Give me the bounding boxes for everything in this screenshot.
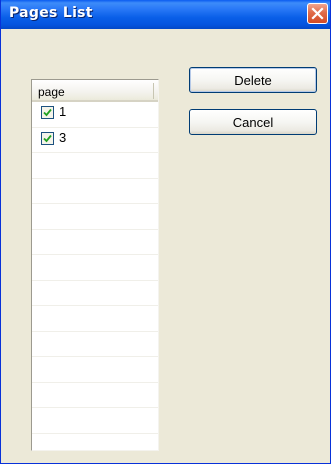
- window-title: Pages List: [9, 5, 93, 21]
- close-button[interactable]: [307, 3, 328, 24]
- checkbox[interactable]: [41, 106, 54, 119]
- column-separator[interactable]: [153, 83, 154, 99]
- list-item[interactable]: 3: [32, 128, 158, 153]
- empty-list-row[interactable]: [32, 408, 158, 434]
- title-bar[interactable]: Pages List: [1, 0, 330, 29]
- close-x-icon: [311, 7, 324, 20]
- empty-list-row[interactable]: [32, 332, 158, 357]
- list-item-label: 1: [59, 104, 67, 119]
- empty-list-row[interactable]: [32, 153, 158, 179]
- list-item[interactable]: 1: [32, 102, 158, 128]
- delete-button[interactable]: Delete: [189, 67, 317, 93]
- checkmark-icon: [43, 108, 52, 117]
- empty-list-row[interactable]: [32, 306, 158, 332]
- list-item-label: 3: [59, 129, 67, 145]
- empty-list-row[interactable]: [32, 255, 158, 281]
- checkbox[interactable]: [41, 131, 54, 145]
- empty-list-row[interactable]: [32, 204, 158, 230]
- empty-list-row[interactable]: [32, 281, 158, 306]
- column-header-label: page: [38, 85, 65, 99]
- list-rows: 13: [32, 102, 158, 451]
- empty-list-row[interactable]: [32, 230, 158, 255]
- pages-list-dialog: Pages List page 13 Delete Cancel: [0, 0, 331, 464]
- empty-list-row[interactable]: [32, 357, 158, 383]
- empty-list-row[interactable]: [32, 179, 158, 204]
- pages-listview[interactable]: page 13: [31, 79, 159, 451]
- column-header-page[interactable]: page: [32, 80, 158, 102]
- empty-list-row[interactable]: [32, 383, 158, 408]
- cancel-button[interactable]: Cancel: [189, 109, 317, 135]
- empty-list-row[interactable]: [32, 434, 158, 451]
- checkmark-icon: [43, 134, 52, 142]
